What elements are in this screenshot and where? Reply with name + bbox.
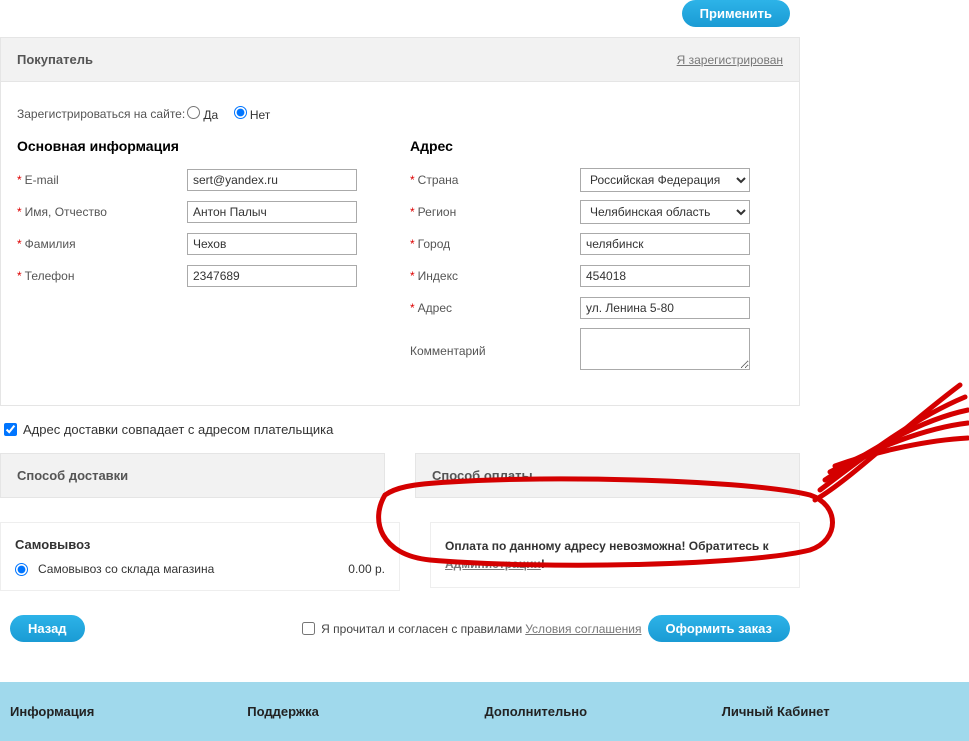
index-label: Индекс <box>418 269 458 283</box>
delivery-box: Самовывоз Самовывоз со склада магазина 0… <box>0 522 400 591</box>
register-label: Зарегистрироваться на сайте: <box>17 107 187 121</box>
terms-link[interactable]: Условия соглашения <box>525 622 641 636</box>
footer-support[interactable]: Поддержка <box>247 704 484 719</box>
country-label: Страна <box>418 173 459 187</box>
payment-error-box: Оплата по данному адресу невозможна! Обр… <box>430 522 800 588</box>
submit-order-button[interactable]: Оформить заказ <box>648 615 790 642</box>
footer-account[interactable]: Личный Кабинет <box>722 704 959 719</box>
surname-field[interactable] <box>187 233 357 255</box>
address-title: Адрес <box>410 138 783 154</box>
agree-text: Я прочитал и согласен с правилами <box>321 622 522 636</box>
email-field[interactable] <box>187 169 357 191</box>
addr-field[interactable] <box>580 297 750 319</box>
phone-label: Телефон <box>25 269 75 283</box>
payment-error-text: Оплата по данному адресу невозможна! Обр… <box>445 539 769 553</box>
payment-method-header: Способ оплаты <box>415 453 800 498</box>
same-address-checkbox[interactable] <box>4 423 17 436</box>
phone-field[interactable] <box>187 265 357 287</box>
name-label: Имя, Отчество <box>25 205 107 219</box>
email-label: E-mail <box>25 173 59 187</box>
back-button[interactable]: Назад <box>10 615 85 642</box>
region-label: Регион <box>418 205 457 219</box>
delivery-title: Самовывоз <box>15 537 385 552</box>
delivery-method-header: Способ доставки <box>0 453 385 498</box>
main-info-title: Основная информация <box>17 138 390 154</box>
country-select[interactable]: Российская Федерация <box>580 168 750 192</box>
registered-link[interactable]: Я зарегистрирован <box>677 53 783 67</box>
administration-link[interactable]: Администрации <box>445 557 541 571</box>
register-yes-option[interactable]: Да <box>187 108 222 122</box>
pickup-radio[interactable] <box>15 563 28 576</box>
name-field[interactable] <box>187 201 357 223</box>
addr-label: Адрес <box>418 301 452 315</box>
register-yes-radio[interactable] <box>187 106 200 119</box>
buyer-title: Покупатель <box>17 52 93 67</box>
pickup-label: Самовывоз со склада магазина <box>38 562 214 576</box>
apply-button[interactable]: Применить <box>682 0 790 27</box>
buyer-section-header: Покупатель Я зарегистрирован <box>0 37 800 82</box>
footer-info[interactable]: Информация <box>10 704 247 719</box>
agree-checkbox[interactable] <box>302 622 315 635</box>
comment-label: Комментарий <box>410 344 486 358</box>
region-select[interactable]: Челябинская область <box>580 200 750 224</box>
index-field[interactable] <box>580 265 750 287</box>
city-field[interactable] <box>580 233 750 255</box>
surname-label: Фамилия <box>25 237 76 251</box>
city-label: Город <box>418 237 450 251</box>
footer-extra[interactable]: Дополнительно <box>485 704 722 719</box>
register-no-radio[interactable] <box>234 106 247 119</box>
footer: Информация Поддержка Дополнительно Личны… <box>0 682 969 741</box>
register-no-option[interactable]: Нет <box>234 108 271 122</box>
same-address-label: Адрес доставки совпадает с адресом плате… <box>23 422 333 437</box>
pickup-price: 0.00 р. <box>348 562 385 576</box>
comment-field[interactable] <box>580 328 750 370</box>
